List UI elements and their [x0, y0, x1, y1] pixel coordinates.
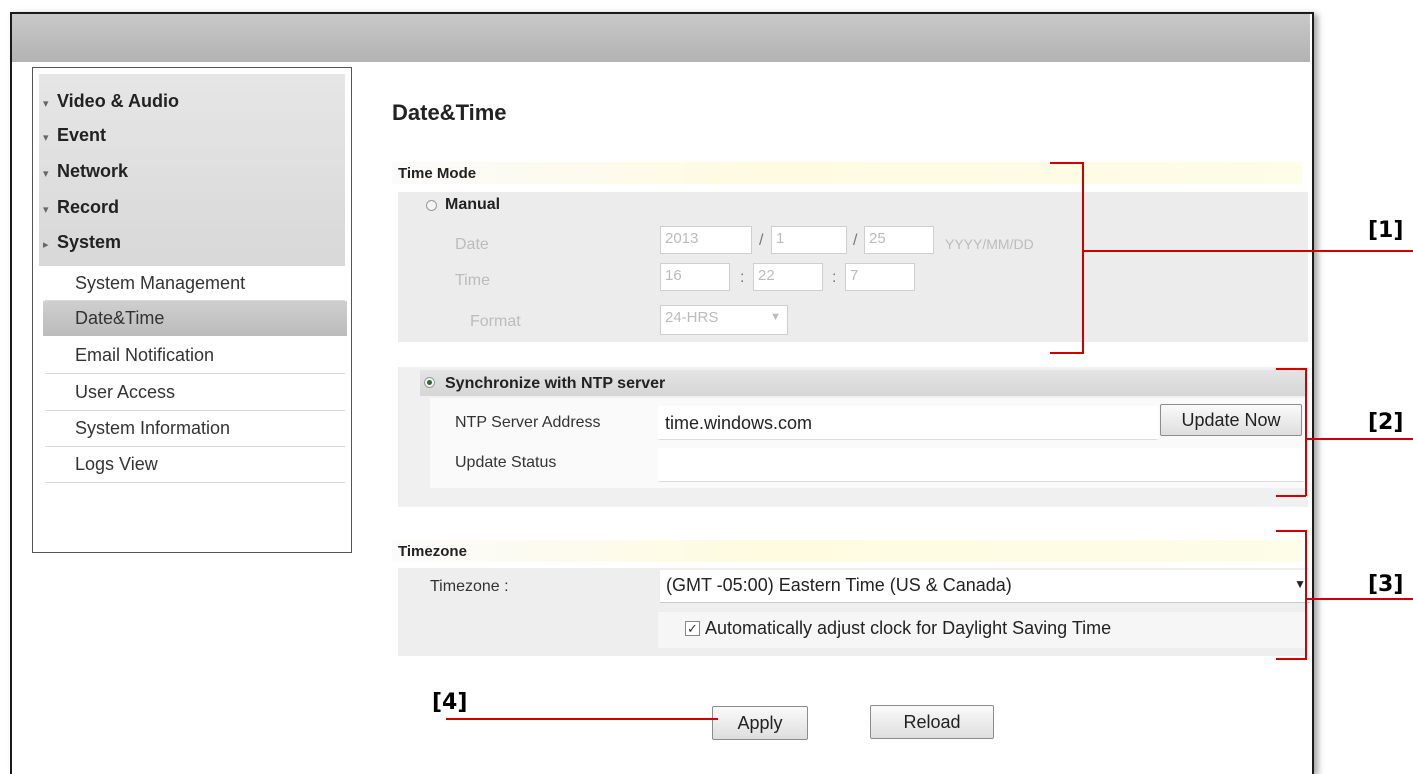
chevron-down-icon: ▾ — [43, 204, 49, 216]
manual-radio[interactable] — [426, 200, 437, 211]
date-month-input[interactable]: 1 — [771, 226, 847, 254]
section-header-bar — [392, 162, 1302, 184]
chevron-down-icon: ▾ — [43, 132, 49, 144]
top-bar — [12, 14, 1310, 62]
update-now-button[interactable]: Update Now — [1160, 404, 1302, 436]
sidebar-category-label: Record — [57, 197, 120, 217]
apply-button[interactable]: Apply — [712, 706, 808, 740]
time-separator: : — [832, 269, 837, 286]
annotation-bracket — [1276, 530, 1306, 532]
time-mode-heading: Time Mode — [398, 165, 477, 182]
time-label: Time — [455, 272, 490, 289]
date-format-hint: YYYY/MM/DD — [945, 236, 1034, 252]
reload-button[interactable]: Reload — [870, 705, 994, 739]
divider — [45, 300, 345, 301]
annotation-bracket — [1276, 495, 1306, 497]
sidebar-category-label: Video & Audio — [57, 91, 180, 111]
annotation-bracket — [1050, 352, 1082, 354]
sidebar-item-system-information[interactable]: System Information — [75, 418, 230, 439]
annotation-bracket — [1305, 530, 1307, 660]
sidebar-category-event[interactable]: ▾ Event — [43, 125, 106, 146]
format-value: 24-HRS — [665, 309, 719, 326]
chevron-right-icon: ▸ — [43, 239, 49, 251]
sidebar-category-record[interactable]: ▾ Record — [43, 197, 119, 218]
date-separator: / — [759, 232, 764, 249]
sidebar: ▾ Video & Audio ▾ Event ▾ Network ▾ Record ▸… — [32, 67, 352, 553]
annotation-label-3: [3] — [1368, 572, 1404, 597]
date-year-input[interactable]: 2013 — [660, 226, 752, 254]
annotation-leader-line — [1307, 438, 1413, 440]
annotation-leader-line — [1307, 598, 1413, 600]
divider — [45, 482, 345, 483]
update-status-field — [658, 448, 1304, 482]
time-sec-input[interactable]: 7 — [845, 263, 915, 291]
chevron-down-icon: ▾ — [43, 168, 49, 180]
sidebar-category-label: System — [57, 232, 122, 252]
date-day-input[interactable]: 25 — [864, 226, 934, 254]
annotation-leader-line — [1084, 250, 1413, 252]
timezone-heading: Timezone — [398, 543, 467, 560]
annotation-bracket — [1082, 162, 1084, 354]
timezone-select[interactable]: (GMT -05:00) Eastern Time (US & Canada) … — [660, 570, 1310, 603]
annotation-leader-line — [446, 718, 718, 720]
dst-checkbox[interactable]: ✓ — [685, 621, 700, 636]
ntp-server-input[interactable]: time.windows.com — [658, 406, 1158, 440]
annotation-bracket — [1050, 162, 1082, 164]
format-select[interactable]: 24-HRS ▼ — [660, 305, 788, 335]
sidebar-category-system[interactable]: ▸ System — [43, 232, 121, 253]
date-separator: / — [853, 232, 858, 249]
sidebar-item-logs-view[interactable]: Logs View — [75, 454, 158, 475]
sidebar-item-email-notification[interactable]: Email Notification — [75, 345, 214, 366]
page-title: Date&Time — [392, 100, 507, 125]
sidebar-item-date-time[interactable]: Date&Time — [75, 308, 164, 329]
chevron-down-icon: ▼ — [770, 311, 781, 323]
sidebar-category-label: Network — [57, 161, 129, 181]
dst-label: Automatically adjust clock for Daylight … — [705, 618, 1112, 638]
divider — [45, 373, 345, 374]
sidebar-category-label: Event — [57, 125, 107, 145]
divider — [45, 410, 345, 411]
divider — [45, 446, 345, 447]
ntp-server-label: NTP Server Address — [455, 414, 601, 431]
time-hour-input[interactable]: 16 — [660, 263, 730, 291]
annotation-label-2: [2] — [1368, 410, 1404, 435]
time-min-input[interactable]: 22 — [753, 263, 823, 291]
annotation-label-1: [1] — [1368, 218, 1404, 243]
chevron-down-icon: ▾ — [43, 98, 49, 110]
annotation-bracket — [1305, 368, 1307, 496]
manual-label: Manual — [445, 196, 501, 213]
timezone-value: (GMT -05:00) Eastern Time (US & Canada) — [666, 575, 1012, 595]
annotation-label-4: [4] — [432, 690, 468, 715]
annotation-bracket — [1276, 368, 1306, 370]
sidebar-category-video-audio[interactable]: ▾ Video & Audio — [43, 91, 179, 112]
format-label: Format — [470, 313, 521, 330]
ntp-radio[interactable] — [424, 377, 435, 388]
sidebar-item-system-management[interactable]: System Management — [75, 273, 245, 294]
update-status-label: Update Status — [455, 454, 557, 471]
sidebar-category-network[interactable]: ▾ Network — [43, 161, 128, 182]
ntp-label: Synchronize with NTP server — [445, 375, 666, 392]
annotation-bracket — [1276, 658, 1306, 660]
date-label: Date — [455, 236, 489, 253]
section-header-bar — [392, 540, 1302, 562]
timezone-label: Timezone : — [430, 578, 509, 595]
time-separator: : — [740, 269, 745, 286]
sidebar-item-user-access[interactable]: User Access — [75, 382, 175, 403]
